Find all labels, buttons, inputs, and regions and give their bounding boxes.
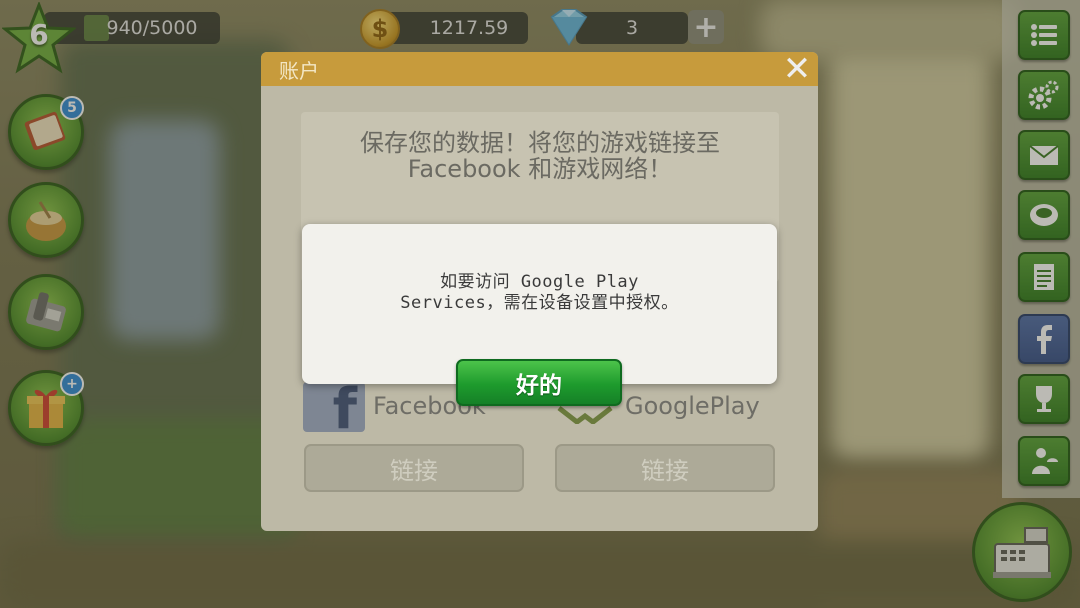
googleplay-connect-button[interactable]: 链接: [555, 444, 775, 492]
facebook-logo-glyph: f: [332, 382, 357, 432]
account-dialog-header: 账户: [261, 52, 818, 86]
googleplay-label: GooglePlay: [625, 392, 760, 420]
account-dialog-title: 账户: [279, 58, 319, 83]
facebook-connect-button[interactable]: 链接: [304, 444, 524, 492]
account-message-line1: 保存您的数据！将您的游戏链接至: [360, 129, 720, 157]
account-message: 保存您的数据！将您的游戏链接至 Facebook 和游戏网络！: [301, 130, 779, 182]
facebook-logo-icon: f: [303, 382, 365, 432]
close-icon[interactable]: ✕: [782, 52, 812, 86]
account-message-line2: Facebook 和游戏网络！: [407, 155, 673, 183]
google-play-games-icon: [557, 406, 613, 424]
alert-message: 如要访问 Google Play Services，需在设备设置中授权。: [322, 272, 757, 314]
alert-message-line2: Services，需在设备设置中授权。: [400, 293, 679, 313]
alert-message-line1: 如要访问 Google Play: [440, 272, 639, 292]
ok-button[interactable]: 好的: [456, 359, 622, 406]
